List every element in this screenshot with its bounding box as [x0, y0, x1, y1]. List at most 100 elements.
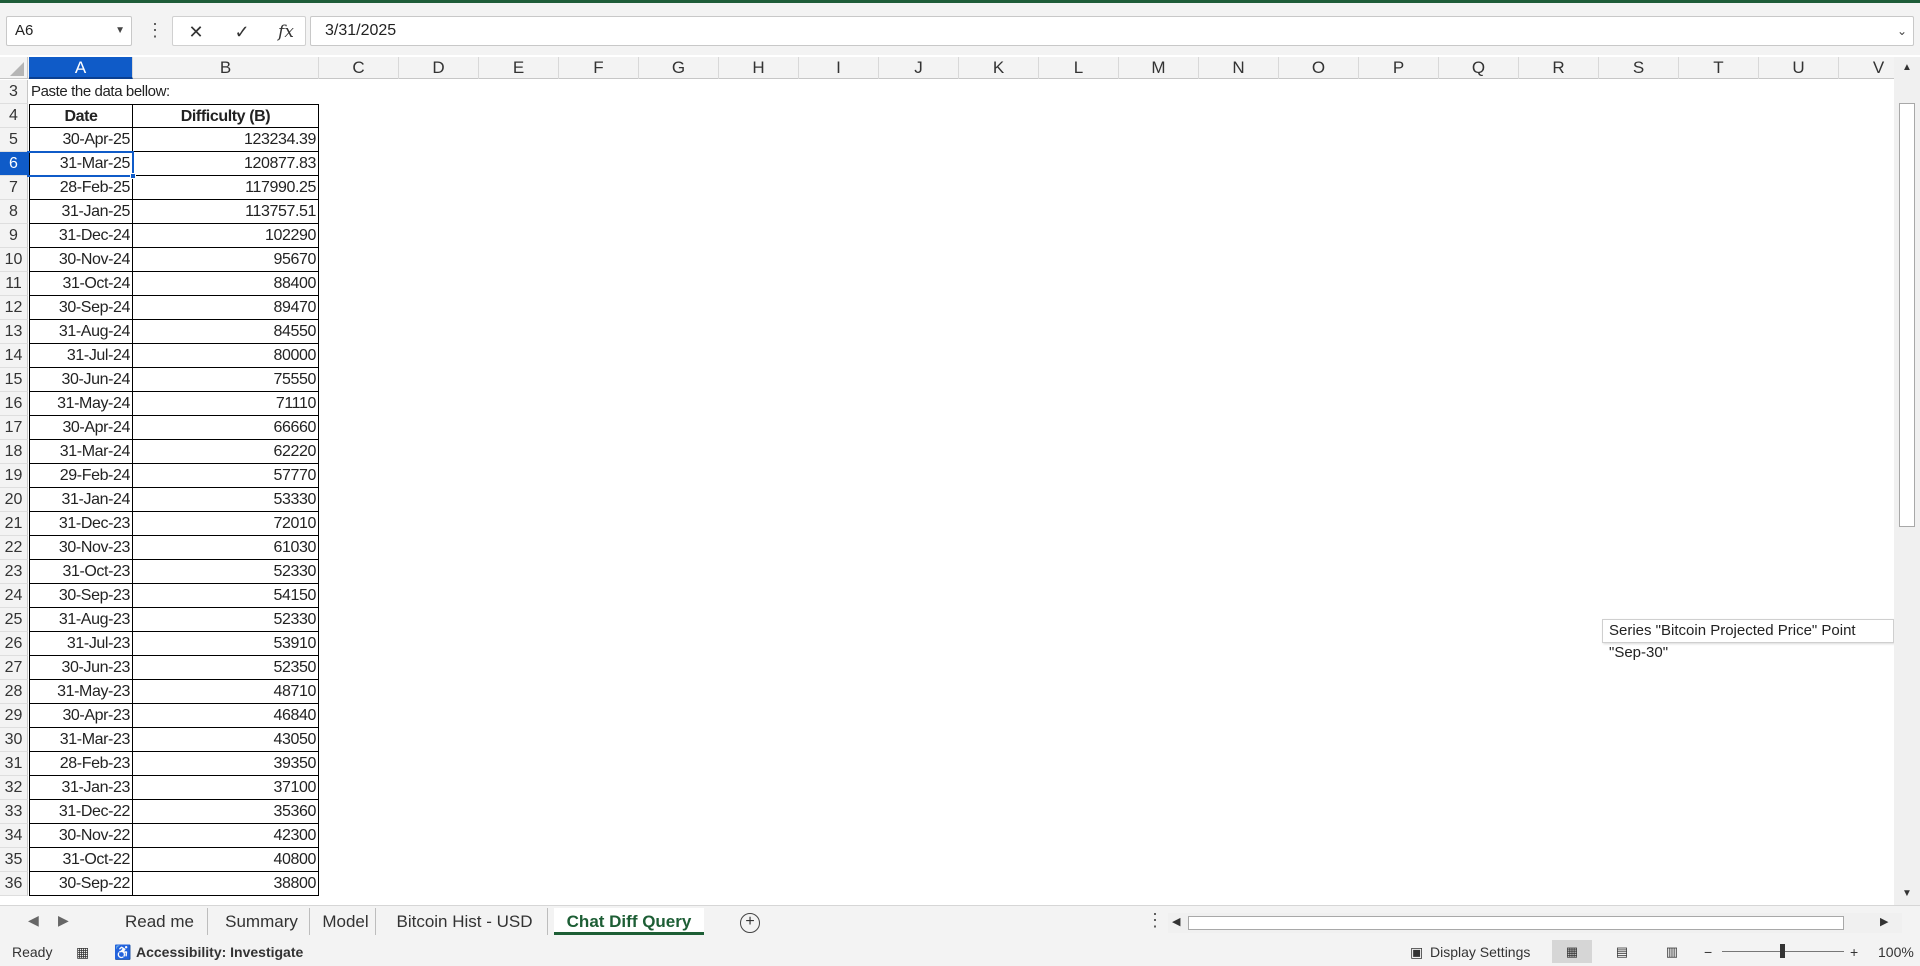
- row-header-35[interactable]: 35: [0, 848, 28, 872]
- row-header-21[interactable]: 21: [0, 512, 28, 536]
- difficulty-cell[interactable]: 72010: [133, 512, 319, 536]
- difficulty-cell[interactable]: 46840: [133, 704, 319, 728]
- date-cell[interactable]: 30-Nov-23: [29, 536, 133, 560]
- scroll-right-icon[interactable]: ▶: [1880, 915, 1888, 928]
- difficulty-cell[interactable]: 75550: [133, 368, 319, 392]
- table-header-difficulty[interactable]: Difficulty (B): [133, 104, 319, 128]
- column-header-u[interactable]: U: [1759, 57, 1839, 79]
- select-all-button[interactable]: [0, 57, 28, 79]
- fill-handle[interactable]: [130, 173, 136, 179]
- expand-formula-icon[interactable]: ⌄: [1897, 17, 1907, 45]
- sheet-tab-bitcoin-hist-usd[interactable]: Bitcoin Hist - USD: [382, 908, 548, 935]
- sheet-tab-read-me[interactable]: Read me: [112, 908, 208, 935]
- row-header-12[interactable]: 12: [0, 296, 28, 320]
- difficulty-cell[interactable]: 123234.39: [133, 128, 319, 152]
- macro-record-icon[interactable]: ▦: [76, 944, 89, 960]
- difficulty-cell[interactable]: 52350: [133, 656, 319, 680]
- accessibility-status[interactable]: Accessibility: Investigate: [136, 944, 303, 960]
- row-header-23[interactable]: 23: [0, 560, 28, 584]
- difficulty-cell[interactable]: 89470: [133, 296, 319, 320]
- column-header-t[interactable]: T: [1679, 57, 1759, 79]
- date-cell[interactable]: 31-Mar-23: [29, 728, 133, 752]
- date-cell[interactable]: 30-Apr-25: [29, 128, 133, 152]
- row-header-4[interactable]: 4: [0, 104, 28, 128]
- difficulty-cell[interactable]: 117990.25: [133, 176, 319, 200]
- horizontal-scroll-thumb[interactable]: [1188, 916, 1844, 930]
- date-cell[interactable]: 31-Oct-24: [29, 272, 133, 296]
- column-header-o[interactable]: O: [1279, 57, 1359, 79]
- date-cell[interactable]: 30-Apr-23: [29, 704, 133, 728]
- date-cell[interactable]: 28-Feb-23: [29, 752, 133, 776]
- next-sheet-icon[interactable]: ▶: [58, 912, 69, 929]
- sheet-tab-summary[interactable]: Summary: [214, 908, 310, 935]
- enter-icon[interactable]: ✓: [227, 19, 257, 45]
- difficulty-cell[interactable]: 53330: [133, 488, 319, 512]
- accessibility-icon[interactable]: ♿: [114, 944, 131, 960]
- date-cell[interactable]: 30-Apr-24: [29, 416, 133, 440]
- page-layout-view-icon[interactable]: ▤: [1602, 940, 1642, 963]
- insert-function-icon[interactable]: fx: [271, 19, 301, 45]
- row-header-11[interactable]: 11: [0, 272, 28, 296]
- vertical-scrollbar[interactable]: ▲ ▼: [1894, 57, 1920, 905]
- date-cell[interactable]: 30-Jun-23: [29, 656, 133, 680]
- scroll-up-icon[interactable]: ▲: [1900, 61, 1914, 75]
- row-header-5[interactable]: 5: [0, 128, 28, 152]
- row-header-14[interactable]: 14: [0, 344, 28, 368]
- row-header-8[interactable]: 8: [0, 200, 28, 224]
- row-header-3[interactable]: 3: [0, 80, 28, 104]
- row-header-24[interactable]: 24: [0, 584, 28, 608]
- difficulty-cell[interactable]: 54150: [133, 584, 319, 608]
- difficulty-cell[interactable]: 88400: [133, 272, 319, 296]
- column-header-e[interactable]: E: [479, 57, 559, 79]
- difficulty-cell[interactable]: 120877.83: [133, 152, 319, 176]
- row-header-32[interactable]: 32: [0, 776, 28, 800]
- date-cell[interactable]: 31-Dec-23: [29, 512, 133, 536]
- date-cell[interactable]: 31-Jan-24: [29, 488, 133, 512]
- date-cell[interactable]: 30-Sep-24: [29, 296, 133, 320]
- column-header-a[interactable]: A: [29, 57, 133, 79]
- row-header-29[interactable]: 29: [0, 704, 28, 728]
- row-header-30[interactable]: 30: [0, 728, 28, 752]
- date-cell[interactable]: 31-Aug-24: [29, 320, 133, 344]
- prev-sheet-icon[interactable]: ◀: [28, 912, 39, 929]
- column-header-s[interactable]: S: [1599, 57, 1679, 79]
- date-cell[interactable]: 31-Oct-23: [29, 560, 133, 584]
- column-header-c[interactable]: C: [319, 57, 399, 79]
- row-header-19[interactable]: 19: [0, 464, 28, 488]
- difficulty-cell[interactable]: 38800: [133, 872, 319, 896]
- chevron-down-icon[interactable]: ▼: [115, 17, 125, 45]
- row-header-16[interactable]: 16: [0, 392, 28, 416]
- difficulty-cell[interactable]: 52330: [133, 608, 319, 632]
- date-cell[interactable]: 31-Dec-22: [29, 800, 133, 824]
- date-cell[interactable]: 30-Nov-22: [29, 824, 133, 848]
- row-header-9[interactable]: 9: [0, 224, 28, 248]
- column-header-p[interactable]: P: [1359, 57, 1439, 79]
- difficulty-cell[interactable]: 35360: [133, 800, 319, 824]
- zoom-out-icon[interactable]: −: [1704, 944, 1712, 960]
- date-cell[interactable]: 31-Oct-22: [29, 848, 133, 872]
- row-header-33[interactable]: 33: [0, 800, 28, 824]
- difficulty-cell[interactable]: 53910: [133, 632, 319, 656]
- normal-view-icon[interactable]: ▦: [1552, 940, 1592, 963]
- row-header-10[interactable]: 10: [0, 248, 28, 272]
- row-header-20[interactable]: 20: [0, 488, 28, 512]
- column-header-b[interactable]: B: [133, 57, 319, 79]
- column-header-l[interactable]: L: [1039, 57, 1119, 79]
- row-header-22[interactable]: 22: [0, 536, 28, 560]
- column-header-m[interactable]: M: [1119, 57, 1199, 79]
- column-header-q[interactable]: Q: [1439, 57, 1519, 79]
- difficulty-cell[interactable]: 61030: [133, 536, 319, 560]
- column-header-n[interactable]: N: [1199, 57, 1279, 79]
- row-header-15[interactable]: 15: [0, 368, 28, 392]
- column-header-i[interactable]: I: [799, 57, 879, 79]
- zoom-in-icon[interactable]: +: [1850, 944, 1858, 960]
- more-options-icon[interactable]: ⋮: [146, 19, 164, 41]
- row-header-28[interactable]: 28: [0, 680, 28, 704]
- column-header-v[interactable]: V: [1839, 57, 1894, 79]
- table-header-date[interactable]: Date: [29, 104, 133, 128]
- date-cell[interactable]: 31-Jan-25: [29, 200, 133, 224]
- date-cell[interactable]: 30-Nov-24: [29, 248, 133, 272]
- difficulty-cell[interactable]: 43050: [133, 728, 319, 752]
- row-header-31[interactable]: 31: [0, 752, 28, 776]
- row-header-13[interactable]: 13: [0, 320, 28, 344]
